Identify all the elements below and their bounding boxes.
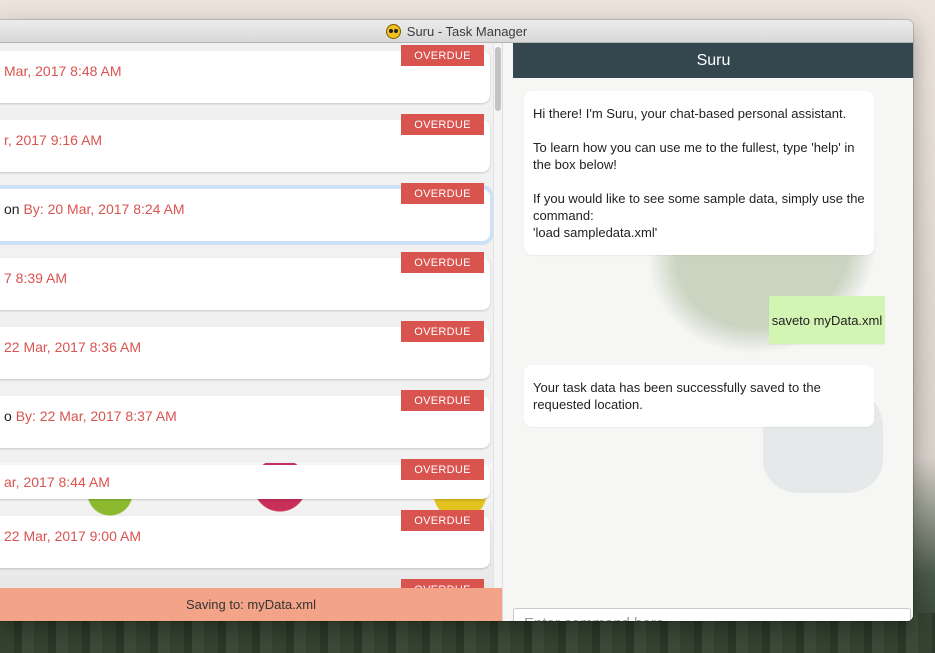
user-message: saveto myData.xml [769, 296, 885, 344]
task-text: o By: 22 Mar, 2017 8:37 AM [4, 408, 177, 424]
suru-app-icon [385, 23, 401, 39]
overdue-badge: OVERDUE [401, 45, 484, 66]
overdue-badge: OVERDUE [401, 114, 484, 135]
overdue-badge: OVERDUE [401, 252, 484, 273]
overdue-badge: OVERDUE [401, 510, 484, 531]
task-text: r, 2017 9:16 AM [4, 132, 102, 148]
chat-header: Suru [513, 43, 913, 78]
task-due-date: r, 2017 9:16 AM [4, 132, 103, 148]
task-list-scrollbar[interactable] [493, 43, 502, 598]
app-window: Suru - Task Manager Mar, 2017 8:48 AM OV… [0, 20, 913, 621]
task-list-pane: Mar, 2017 8:48 AM OVERDUE r, 2017 9:16 A… [0, 43, 502, 598]
overdue-badge: OVERDUE [401, 183, 484, 204]
task-due-date: 22 Mar, 2017 9:00 AM [4, 528, 141, 544]
user-message-text: saveto myData.xml [771, 312, 883, 328]
task-due-date: By: 20 Mar, 2017 8:24 AM [23, 201, 185, 217]
task-text: ar, 2017 8:44 AM [4, 474, 110, 490]
task-text: 7 8:39 AM [4, 270, 67, 286]
status-bar: Saving to: myData.xml [0, 588, 502, 621]
task-text: Mar, 2017 8:48 AM [4, 63, 122, 79]
task-list: Mar, 2017 8:48 AM OVERDUE r, 2017 9:16 A… [0, 43, 495, 598]
window-title: Suru - Task Manager [406, 23, 528, 39]
bot-message: Hi there! I'm Suru, your chat-based pers… [524, 91, 874, 255]
task-text: 22 Mar, 2017 8:36 AM [4, 339, 141, 355]
status-bar-text: Saving to: myData.xml [185, 597, 317, 612]
task-text: 22 Mar, 2017 9:00 AM [4, 528, 141, 544]
task-due-date: ar, 2017 8:44 AM [4, 474, 110, 490]
task-due-date: Mar, 2017 8:48 AM [4, 63, 122, 79]
task-due-date: 7 8:39 AM [4, 270, 68, 286]
title-bar[interactable]: Suru - Task Manager [0, 20, 913, 43]
chat-header-title: Suru [696, 51, 731, 69]
overdue-badge: OVERDUE [401, 321, 484, 342]
scrollbar-thumb[interactable] [495, 47, 501, 111]
task-due-date: By: 22 Mar, 2017 8:37 AM [15, 408, 177, 424]
chat-pane: Suru Hi there! I'm Suru, your chat-based… [502, 43, 913, 621]
overdue-badge: OVERDUE [401, 459, 484, 480]
task-text: on By: 20 Mar, 2017 8:24 AM [4, 201, 185, 217]
task-due-date: 22 Mar, 2017 8:36 AM [4, 339, 141, 355]
overdue-badge: OVERDUE [401, 390, 484, 411]
command-input[interactable] [513, 608, 911, 621]
bot-message: Your task data has been successfully sav… [524, 365, 874, 427]
